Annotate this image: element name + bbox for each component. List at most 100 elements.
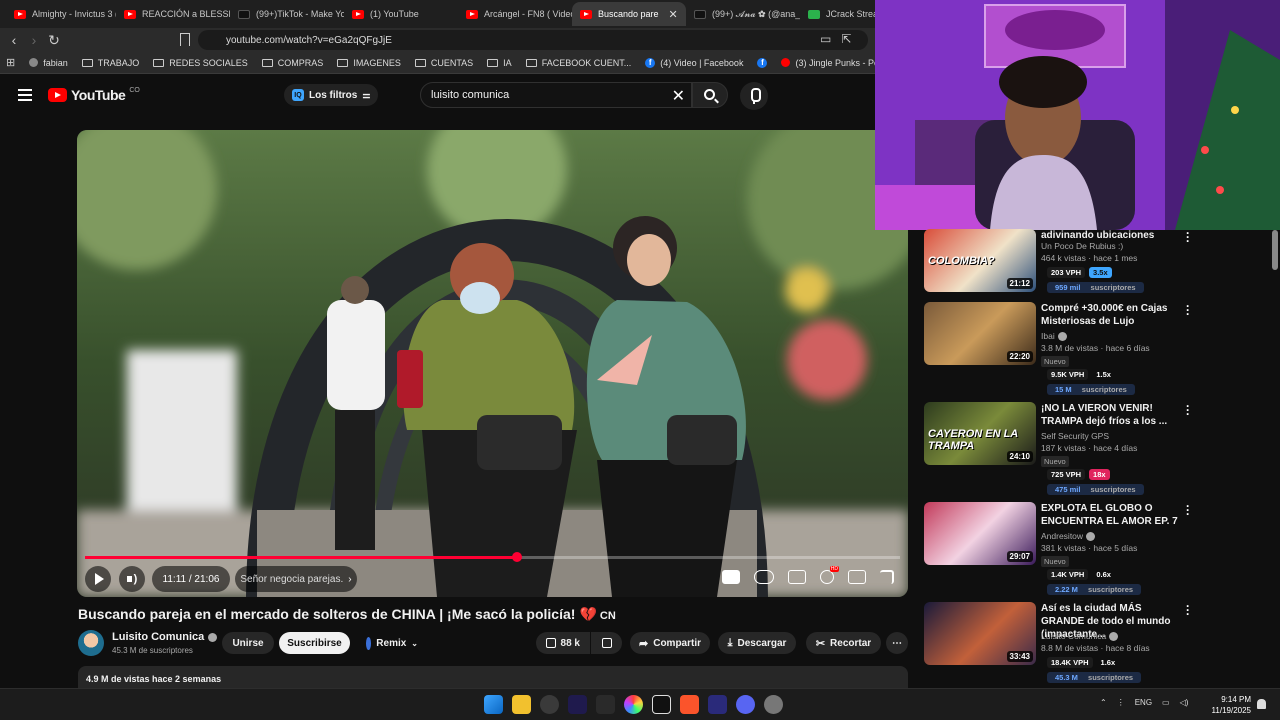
recommendation-channel[interactable]: Self Security GPS	[1041, 431, 1109, 441]
video-player[interactable]: 11:11 / 21:06 Señor negocia parejas. › H…	[77, 130, 908, 597]
settings-gear-icon[interactable]: HD	[820, 566, 839, 584]
extension-iq-icon[interactable]	[722, 570, 740, 584]
join-button[interactable]: Unirse	[222, 632, 274, 654]
bookmark-item[interactable]: fabian	[29, 58, 68, 68]
recommendation-meta: 464 k vistas · hace 1 mes	[1041, 253, 1138, 263]
more-vertical-icon[interactable]: · · ·	[1185, 400, 1191, 420]
views-and-date: 4.9 M de vistas hace 2 semanas	[86, 674, 222, 684]
url-field[interactable]: youtube.com/watch?v=eGa2qQFgJjE	[198, 30, 868, 50]
subscribe-button[interactable]: Suscribirse	[279, 632, 350, 654]
dislike-button[interactable]	[591, 632, 622, 654]
recommendation-channel[interactable]: Luisito Comunica	[1041, 631, 1119, 641]
forward-icon[interactable]: ›	[24, 32, 44, 48]
bookmark-item[interactable]: IMAGENES	[337, 58, 401, 68]
time-display: 11:11 / 21:06	[152, 566, 230, 592]
share-button[interactable]: ➦ Compartir	[630, 632, 710, 654]
bookmark-item[interactable]: COMPRAS	[261, 58, 323, 68]
progress-bar[interactable]	[85, 552, 900, 562]
youtube-icon	[466, 9, 478, 19]
premiere-icon[interactable]	[568, 695, 587, 714]
filters-button[interactable]: IQ Los filtros ⚌	[284, 84, 379, 106]
recommendation-title[interactable]: Compré +30.000€ en Cajas Misteriosas de …	[1041, 302, 1179, 328]
like-button[interactable]: 88 k	[536, 632, 590, 654]
bookmark-item[interactable]: TRABAJO	[81, 58, 139, 68]
microphone-tray-icon[interactable]: ⋮	[1117, 698, 1125, 707]
more-vertical-icon[interactable]: · · ·	[1185, 300, 1191, 320]
color-wheel-icon[interactable]	[624, 695, 643, 714]
subtitles-icon[interactable]	[788, 570, 806, 584]
recommendation-title[interactable]: ¡NO LA VIERON VENIR! TRAMPA dejó fríos a…	[1041, 402, 1179, 428]
recommendation-channel[interactable]: Ibai	[1041, 331, 1067, 341]
video-thumbnail[interactable]: 29:07	[924, 502, 1036, 565]
youtube-logo[interactable]: YouTube CO	[48, 87, 140, 103]
recommendation-title[interactable]: EXPLOTA EL GLOBO O ENCUENTRA EL AMOR EP.…	[1041, 502, 1179, 528]
bookmark-item[interactable]: IA	[487, 58, 512, 68]
bookmark-item[interactable]: REDES SOCIALES	[153, 58, 248, 68]
vph-stats: 203 VPH 3.5x	[1047, 267, 1112, 278]
chevron-up-icon[interactable]: ⌃	[1100, 698, 1107, 707]
video-thumbnail[interactable]: 22:20	[924, 302, 1036, 365]
download-button[interactable]: ⤓ Descargar	[718, 632, 796, 654]
video-thumbnail[interactable]: CAYERON EN LA TRAMPA 24:10	[924, 402, 1036, 465]
fullscreen-icon[interactable]	[880, 570, 894, 584]
browser-tab[interactable]: Arcángel - FN8 ( Video	[458, 2, 572, 26]
volume-tray-icon[interactable]: ◁)	[1180, 698, 1189, 707]
file-explorer-icon[interactable]	[512, 695, 531, 714]
browser-tab[interactable]: REACCIÓN a BLESSD	[116, 2, 230, 26]
recommendation-channel[interactable]: Un Poco De Rubius :)	[1041, 241, 1123, 251]
video-thumbnail[interactable]: COLOMBIA? 21:12	[924, 229, 1036, 292]
brave-browser-icon[interactable]	[680, 695, 699, 714]
cast-icon[interactable]: ▭	[820, 32, 831, 46]
recommendation-channel[interactable]: Andresitow	[1041, 531, 1096, 541]
remix-button[interactable]: Remix ⌄	[356, 632, 428, 654]
media-encoder-icon[interactable]	[708, 695, 727, 714]
share-page-icon[interactable]: ⇱	[841, 32, 851, 46]
search-input[interactable]: luisito comunica ✕	[420, 82, 692, 108]
progress-scrubber[interactable]	[511, 552, 522, 562]
apps-grid-icon[interactable]: ⊞	[6, 56, 15, 69]
recommendation-channel-name: Self Security GPS	[1041, 431, 1110, 441]
autoplay-toggle[interactable]	[754, 570, 774, 584]
scrollbar[interactable]	[1272, 230, 1278, 270]
channel-avatar[interactable]	[78, 630, 104, 656]
volume-button[interactable]	[119, 566, 145, 592]
windows-start-icon[interactable]	[484, 695, 503, 714]
clear-search-icon[interactable]: ✕	[672, 86, 685, 106]
network-icon[interactable]: ▭	[1162, 698, 1170, 707]
reload-icon[interactable]: ↻	[44, 32, 64, 49]
language-indicator[interactable]: ENG	[1135, 698, 1152, 707]
bookmark-item[interactable]: FACEBOOK CUENT...	[525, 58, 631, 68]
menu-icon[interactable]	[18, 89, 32, 101]
browser-tab[interactable]: (99+)TikTok - Make Yo	[230, 2, 344, 26]
bookmark-item[interactable]: CUENTAS	[414, 58, 473, 68]
bookmark-item[interactable]: (3) Jingle Punks - Pe...	[781, 58, 887, 68]
browser-tab[interactable]: (99+) 𝓐𝓷𝓪 ✿ (@ana_	[686, 2, 800, 26]
more-vertical-icon[interactable]: · · ·	[1185, 227, 1191, 247]
bookmark-item[interactable]: f	[757, 57, 768, 68]
chapter-button[interactable]: Señor negocia parejas. ›	[235, 566, 357, 592]
clock[interactable]: 9:14 PM 11/19/2025	[1205, 694, 1251, 716]
browser-tab[interactable]: (1) YouTube	[344, 2, 458, 26]
settings-app-icon[interactable]	[764, 695, 783, 714]
capcut-icon[interactable]	[652, 695, 671, 714]
more-actions-button[interactable]: ⋯	[886, 632, 908, 654]
steam-icon[interactable]	[540, 695, 559, 714]
browser-tab[interactable]: Almighty - Invictus 3 (	[6, 2, 116, 26]
more-vertical-icon[interactable]: · · ·	[1185, 600, 1191, 620]
clip-button[interactable]: ✂ Recortar	[806, 632, 881, 654]
theater-mode-icon[interactable]	[848, 570, 866, 584]
browser-tab[interactable]: Buscando pare ✕	[572, 2, 686, 26]
channel-name[interactable]: Luisito Comunica	[112, 631, 218, 643]
discord-icon[interactable]	[736, 695, 755, 714]
play-button[interactable]	[85, 566, 111, 592]
bookmark-item[interactable]: f (4) Video | Facebook	[645, 57, 743, 68]
video-thumbnail[interactable]: 33:43	[924, 602, 1036, 665]
bookmark-icon[interactable]	[180, 33, 190, 46]
more-vertical-icon[interactable]: · · ·	[1185, 500, 1191, 520]
search-button[interactable]	[692, 82, 728, 108]
close-tab-icon[interactable]: ✕	[669, 8, 678, 21]
epic-games-icon[interactable]	[596, 695, 615, 714]
notification-bell-icon[interactable]	[1257, 699, 1266, 709]
voice-search-icon[interactable]	[740, 82, 768, 110]
back-icon[interactable]: ‹	[4, 32, 24, 48]
